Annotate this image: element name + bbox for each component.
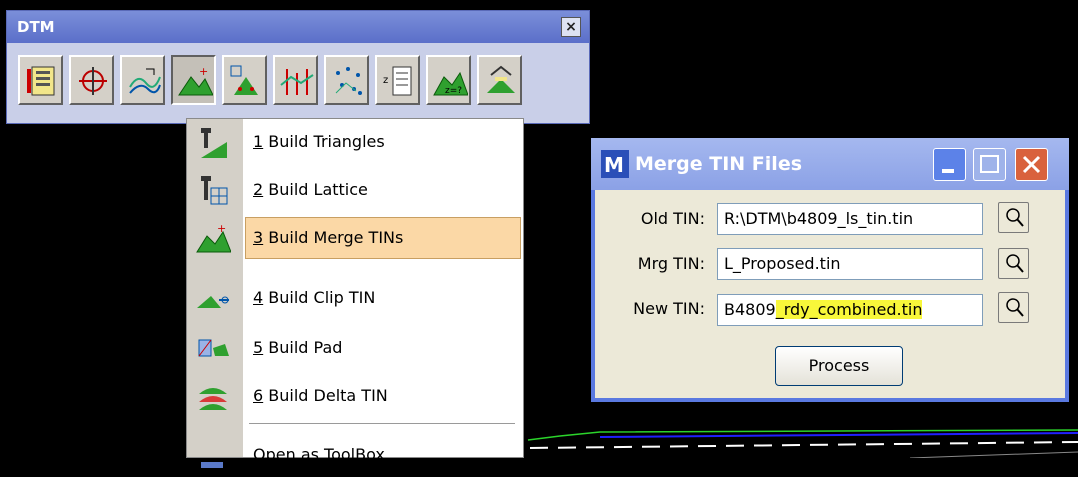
edit-dtm-tool-button[interactable] (69, 55, 114, 105)
contours-icon (129, 68, 161, 94)
dtm-title-bar[interactable]: DTM × (7, 11, 589, 43)
new-tin-field[interactable]: B4809_rdy_combined.tin (717, 294, 983, 326)
profile-tool-button[interactable] (273, 55, 318, 105)
old-tin-value: R:\DTM\b4809_ls_tin.tin (724, 209, 914, 228)
new-tin-value-prefix: B4809 (724, 300, 776, 319)
close-icon (1022, 155, 1041, 174)
dtm-toolbar: + z z=? (18, 55, 579, 109)
build-triangles-icon (201, 128, 227, 158)
magnifier-icon (1006, 208, 1024, 227)
build-lattice-icon (201, 176, 228, 205)
analysis-icon: z=? (433, 71, 468, 96)
points-icon (335, 67, 362, 95)
new-tin-value-highlighted: _rdy_combined.tin (775, 300, 923, 319)
export-tool-button[interactable] (477, 55, 522, 105)
menu-item-open-as-toolbox[interactable]: Open as ToolBox (187, 431, 523, 477)
maximize-button[interactable] (973, 148, 1006, 181)
mrg-tin-label: Mrg TIN: (637, 254, 705, 273)
svg-text:M: M (604, 153, 624, 177)
menu-item-label: 6 Build Delta TIN (253, 386, 388, 405)
menu-separator (249, 423, 515, 424)
new-tin-browse-button[interactable] (998, 292, 1029, 323)
svg-text:+: + (199, 65, 208, 78)
inroads-app-icon: M (601, 150, 629, 178)
export-icon (487, 65, 515, 93)
menu-item-build-pad[interactable]: 5 Build Pad (187, 325, 523, 371)
build-tin-icon: + (178, 65, 213, 96)
merge-tin-dialog: M Merge TIN Files Old TIN: R:\DTM\b4809_… (591, 138, 1069, 402)
menu-item-build-delta-tin[interactable]: 6 Build Delta TIN (187, 373, 523, 419)
load-dtm-tool-button[interactable] (18, 55, 63, 105)
process-button[interactable]: Process (775, 346, 903, 386)
merge-tins-icon: + (196, 222, 231, 253)
lattice-tool-button[interactable] (222, 55, 267, 105)
menu-item-build-clip-tin[interactable]: 4 Build Clip TIN (187, 275, 523, 321)
menu-item-label: 3 Build Merge TINs (253, 228, 404, 247)
build-dropdown-menu: 1 Build Triangles 2 Build Lattice + 3 Bu… (186, 118, 524, 468)
mrg-tin-browse-button[interactable] (998, 248, 1029, 279)
close-button[interactable] (1015, 148, 1048, 181)
svg-text:z: z (383, 75, 388, 86)
points-tool-button[interactable] (324, 55, 369, 105)
minimize-button[interactable] (933, 148, 966, 181)
old-tin-browse-button[interactable] (998, 202, 1029, 233)
build-tin-tool-button[interactable]: + (171, 55, 216, 105)
profile-icon (280, 69, 314, 95)
maximize-icon (980, 155, 999, 173)
menu-item-label: 4 Build Clip TIN (253, 288, 376, 307)
lattice-icon (230, 65, 258, 95)
clip-tin-icon (197, 296, 229, 308)
menu-item-label: 2 Build Lattice (253, 180, 368, 199)
old-tin-field[interactable]: R:\DTM\b4809_ls_tin.tin (717, 203, 983, 235)
magnifier-icon (1006, 298, 1024, 317)
menu-item-label: 1 Build Triangles (253, 132, 385, 151)
old-tin-label: Old TIN: (640, 209, 705, 228)
merge-dialog-title: Merge TIN Files (635, 153, 803, 175)
dtm-close-button[interactable]: × (561, 17, 581, 37)
svg-text:z=?: z=? (445, 86, 462, 96)
magnifier-icon (1006, 254, 1024, 273)
delta-tin-icon (199, 388, 227, 410)
close-icon: × (565, 19, 577, 35)
menu-item-build-lattice[interactable]: 2 Build Lattice (187, 167, 523, 213)
menu-item-label: 5 Build Pad (253, 338, 343, 357)
svg-text:+: + (217, 222, 226, 235)
menu-item-build-triangles[interactable]: 1 Build Triangles (187, 119, 523, 165)
edit-dtm-icon (79, 67, 107, 95)
minimize-icon (942, 169, 954, 173)
mrg-tin-field[interactable]: L_Proposed.tin (717, 248, 983, 280)
load-dtm-icon (27, 66, 55, 96)
toolbox-icon (201, 462, 223, 468)
merge-dialog-title-bar[interactable]: M Merge TIN Files (591, 138, 1069, 190)
build-pad-icon (198, 339, 229, 357)
dtm-title: DTM (17, 18, 55, 36)
analysis-tool-button[interactable]: z=? (426, 55, 471, 105)
mrg-tin-value: L_Proposed.tin (724, 254, 841, 273)
report-tool-button[interactable]: z (375, 55, 420, 105)
report-icon: z (383, 66, 412, 96)
new-tin-label: New TIN: (633, 299, 705, 318)
dtm-toolbar-window: DTM × + z z=? (6, 10, 590, 124)
menu-item-build-merge-tins[interactable]: + 3 Build Merge TINs (187, 215, 523, 261)
contours-tool-button[interactable] (120, 55, 165, 105)
menu-item-label: Open as ToolBox (253, 445, 385, 464)
